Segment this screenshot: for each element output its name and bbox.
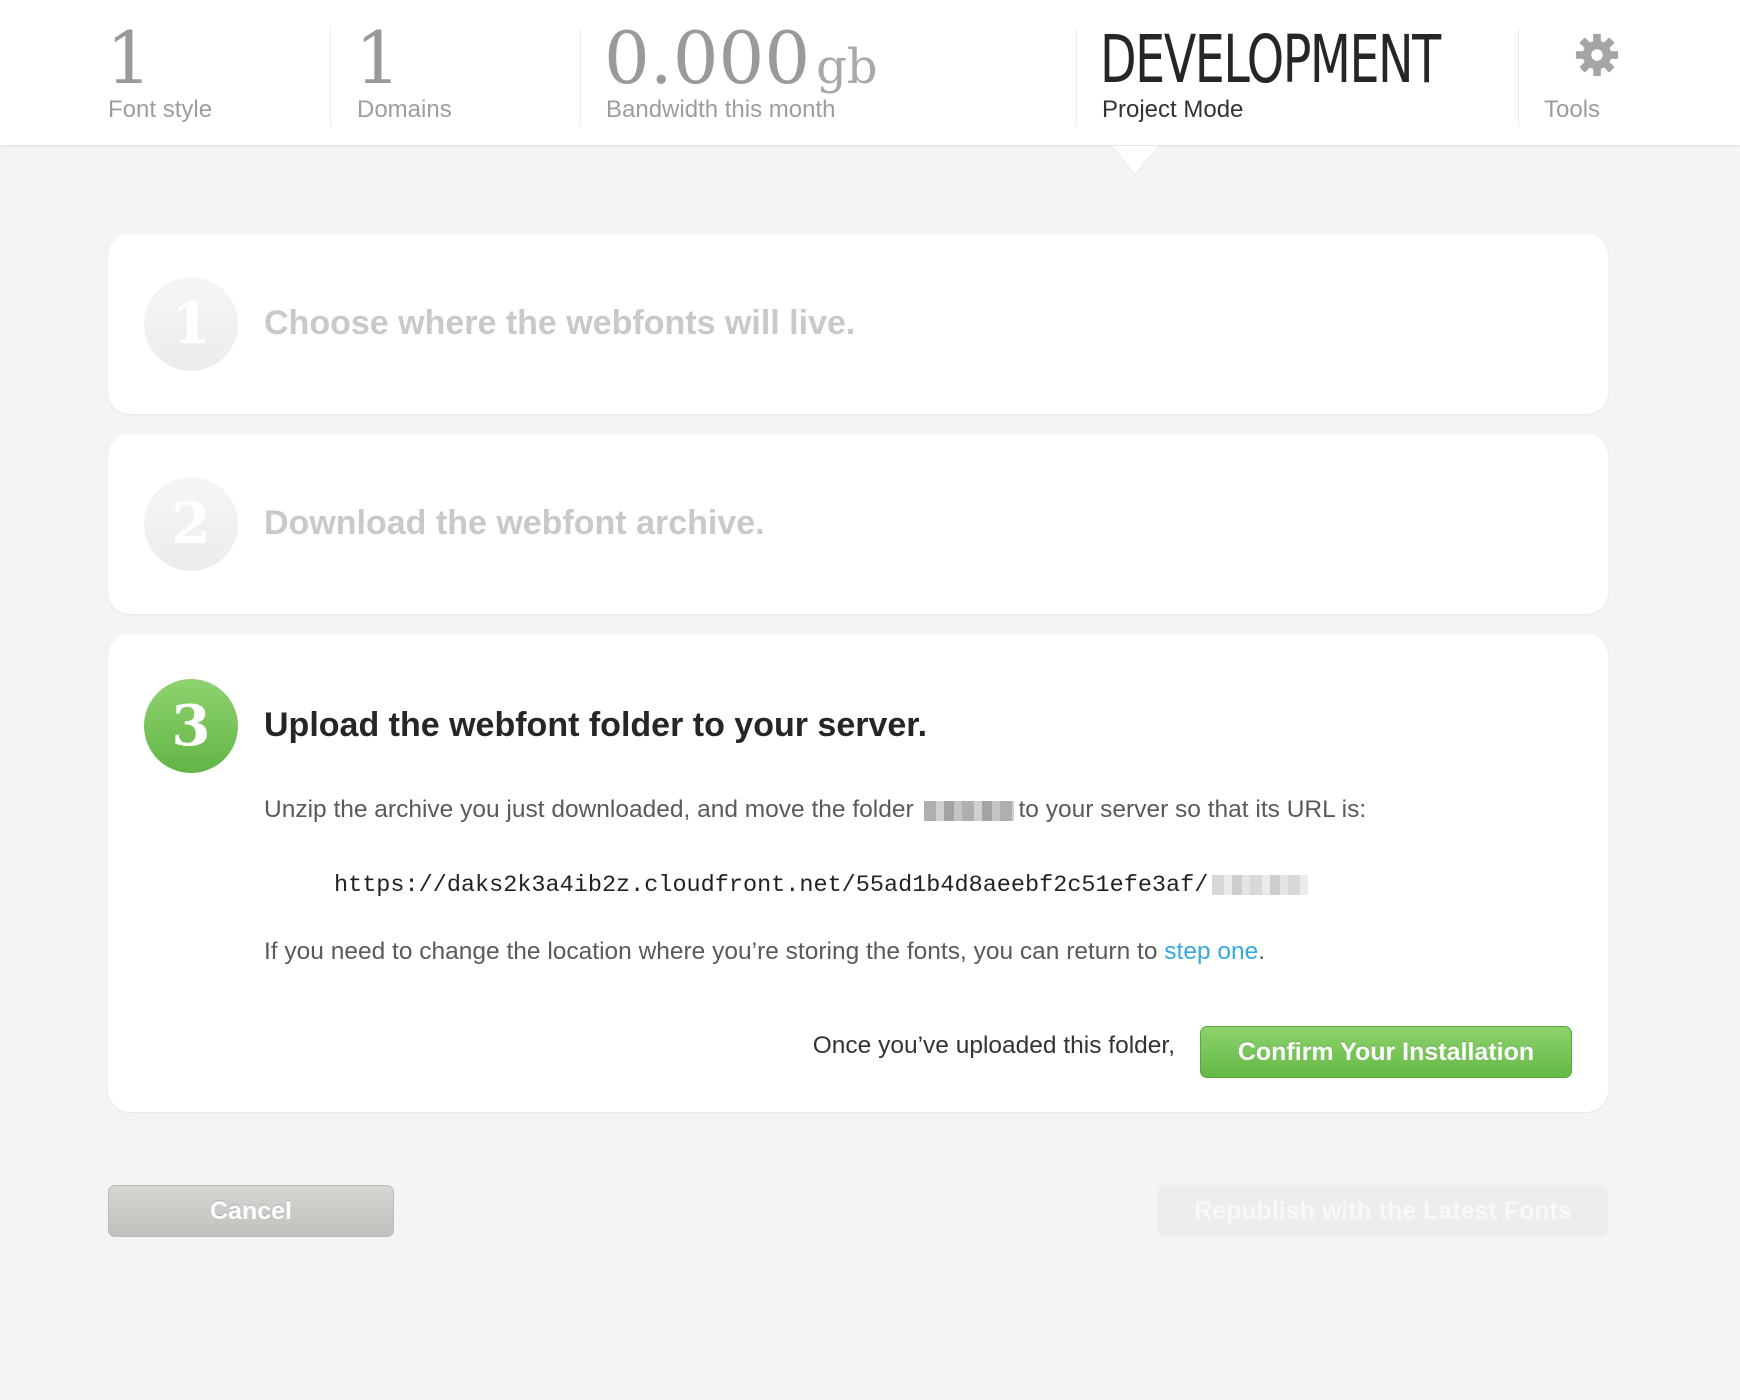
step-two-number: 2 [144, 477, 238, 571]
step-three-title: Upload the webfont folder to your server… [264, 706, 928, 744]
step-three-number: 3 [144, 679, 238, 773]
upload-url: https://daks2k3a4ib2z.cloudfront.net/55a… [334, 872, 1312, 899]
step-two-title: Download the webfont archive. [264, 504, 765, 542]
bandwidth-value: 0.000 gb [604, 16, 878, 100]
stat-divider [1518, 28, 1519, 126]
font-style-count: 1 [106, 16, 152, 100]
stat-divider [580, 28, 581, 126]
bandwidth-label: Bandwidth this month [606, 96, 836, 123]
change-location-text: If you need to change the location where… [264, 938, 1266, 965]
step-three-card: 3 Upload the webfont folder to your serv… [108, 634, 1608, 1112]
gear-icon[interactable] [1574, 32, 1620, 78]
confirm-installation-button[interactable]: Confirm Your Installation [1200, 1026, 1572, 1078]
project-mode-value: DEVELOPMENT [1100, 21, 1441, 98]
confirm-prompt: Once you’ve uploaded this folder, [812, 1032, 1175, 1059]
domains-label: Domains [357, 96, 452, 123]
republish-button[interactable]: Republish with the Latest Fonts [1158, 1185, 1608, 1237]
font-style-label: Font style [108, 96, 213, 123]
redacted-url-suffix [1212, 874, 1309, 895]
cancel-button[interactable]: Cancel [108, 1185, 394, 1237]
step-one-title: Choose where the webfonts will live. [264, 304, 856, 342]
redacted-folder-name [924, 800, 1015, 821]
domains-count: 1 [355, 16, 401, 100]
project-mode-label: Project Mode [1102, 96, 1244, 123]
stat-divider [330, 28, 331, 126]
step-one-card[interactable]: 1 Choose where the webfonts will live. [108, 234, 1608, 414]
project-stats-bar: 1 Font style 1 Domains 0.000 gb Bandwidth… [0, 0, 1740, 146]
step-one-link[interactable]: step one [1164, 938, 1258, 965]
step-two-card[interactable]: 2 Download the webfont archive. [108, 434, 1608, 614]
unzip-instruction: Unzip the archive you just downloaded, a… [264, 796, 1367, 823]
mode-pointer-arrow [1112, 146, 1158, 174]
step-one-number: 1 [144, 277, 238, 371]
bandwidth-unit: gb [816, 39, 878, 95]
stat-divider [1076, 28, 1077, 126]
tools-label: Tools [1544, 96, 1601, 123]
